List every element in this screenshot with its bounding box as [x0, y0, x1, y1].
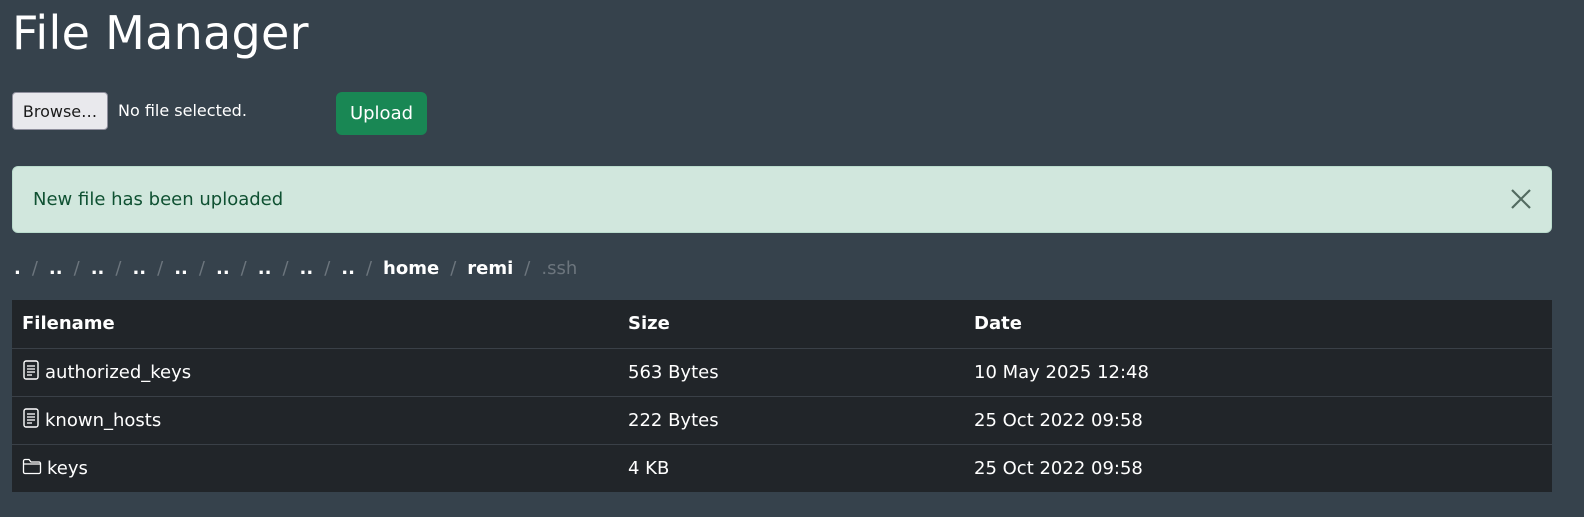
file-table: Filename Size Date authorized_keys 563 B… [12, 300, 1552, 492]
breadcrumb-separator: / [240, 257, 247, 279]
folder-name-link[interactable]: keys [47, 458, 88, 479]
filename-cell: known_hosts [12, 396, 618, 445]
size-cell: 222 Bytes [618, 396, 964, 445]
upload-form: Browse… No file selected. Upload [12, 92, 612, 135]
folder-icon [22, 457, 47, 480]
breadcrumb-item-parent[interactable]: .. [341, 258, 355, 279]
breadcrumb: . / .. / .. / .. / .. / .. / .. / .. / .… [14, 255, 577, 281]
breadcrumb-separator: / [198, 257, 205, 279]
page-title: File Manager [12, 6, 309, 60]
filename-cell: authorized_keys [12, 348, 618, 397]
success-alert: New file has been uploaded [12, 166, 1552, 233]
date-cell: 25 Oct 2022 09:58 [964, 396, 1552, 445]
breadcrumb-separator: / [115, 257, 122, 279]
breadcrumb-item-parent[interactable]: .. [174, 258, 188, 279]
breadcrumb-item-parent[interactable]: .. [132, 258, 146, 279]
file-manager-page: File Manager Browse… No file selected. U… [0, 0, 1584, 517]
breadcrumb-item-parent[interactable]: .. [91, 258, 105, 279]
breadcrumb-separator: / [73, 257, 80, 279]
breadcrumb-separator: / [31, 257, 38, 279]
file-status-text: No file selected. [118, 101, 247, 120]
breadcrumb-item-current-dir[interactable]: . [14, 258, 21, 279]
breadcrumb-separator: / [524, 257, 531, 279]
breadcrumb-separator: / [157, 257, 164, 279]
breadcrumb-item-ssh-current: .ssh [541, 257, 578, 279]
close-icon[interactable] [1509, 187, 1533, 211]
column-header-filename[interactable]: Filename [12, 300, 618, 349]
table-row[interactable]: keys 4 KB 25 Oct 2022 09:58 [12, 444, 1552, 492]
breadcrumb-item-home[interactable]: home [383, 258, 439, 279]
size-cell: 563 Bytes [618, 348, 964, 397]
file-name-link[interactable]: authorized_keys [45, 362, 191, 383]
breadcrumb-separator: / [365, 257, 373, 279]
breadcrumb-item-parent[interactable]: .. [300, 258, 314, 279]
table-header-row: Filename Size Date [12, 300, 1552, 349]
size-cell: 4 KB [628, 457, 670, 479]
breadcrumb-item-parent[interactable]: .. [216, 258, 230, 279]
upload-button[interactable]: Upload [336, 92, 427, 135]
file-name-link[interactable]: known_hosts [45, 410, 161, 431]
breadcrumb-separator: / [450, 257, 457, 279]
breadcrumb-item-parent[interactable]: .. [49, 258, 63, 279]
table-row[interactable]: authorized_keys 563 Bytes 10 May 2025 12… [12, 348, 1552, 397]
browse-button[interactable]: Browse… [12, 92, 108, 130]
breadcrumb-item-parent[interactable]: .. [258, 258, 272, 279]
breadcrumb-separator: / [282, 257, 289, 279]
table-row[interactable]: known_hosts 222 Bytes 25 Oct 2022 09:58 [12, 396, 1552, 445]
column-header-size[interactable]: Size [618, 300, 964, 349]
alert-message: New file has been uploaded [33, 189, 284, 210]
file-icon [22, 407, 45, 433]
file-icon [22, 359, 45, 385]
column-header-date[interactable]: Date [964, 300, 1552, 349]
filename-cell: keys [12, 444, 618, 492]
date-cell: 25 Oct 2022 09:58 [974, 457, 1143, 479]
date-cell: 10 May 2025 12:48 [964, 348, 1552, 397]
breadcrumb-item-remi[interactable]: remi [467, 258, 513, 279]
breadcrumb-separator: / [324, 257, 331, 279]
